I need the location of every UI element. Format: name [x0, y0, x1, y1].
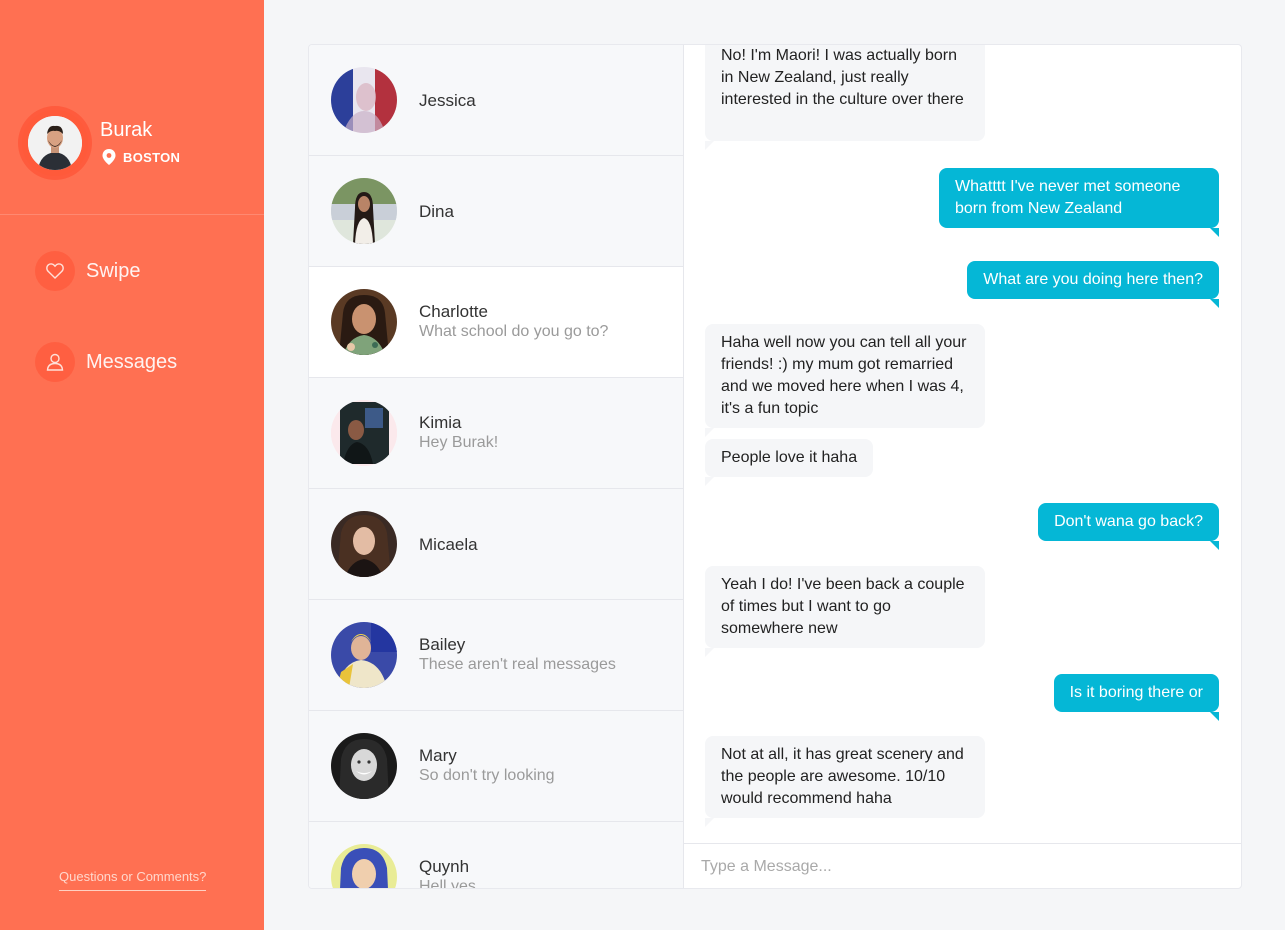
user-avatar[interactable] [22, 110, 88, 176]
contact-name: Micaela [419, 535, 478, 554]
contact-avatar [331, 622, 397, 688]
message-preview: Hell yes [419, 878, 476, 888]
contact-name: Bailey [419, 635, 466, 654]
message-preview: These aren't real messages [419, 656, 616, 673]
contact-avatar [331, 511, 397, 577]
conversation-list[interactable]: Jessica Dina Charlotte What school do yo… [309, 45, 684, 888]
nav-messages-label: Messages [86, 350, 178, 373]
conversation-item[interactable]: Micaela [309, 489, 683, 600]
nav-swipe[interactable]: Swipe [35, 251, 140, 291]
nav-swipe-label: Swipe [86, 259, 141, 282]
conversation-item[interactable]: Quynh Hell yes [309, 822, 683, 888]
message-bubble-outgoing: Whatttt I've never met someone born from… [939, 168, 1219, 237]
contact-name: Jessica [419, 91, 476, 110]
heart-icon [35, 251, 75, 291]
conversation-item-active[interactable]: Charlotte What school do you go to? [309, 267, 683, 378]
sidebar: Burak BOSTON Swipe Messages Questions or… [0, 0, 264, 930]
message-composer [683, 843, 1241, 888]
message-preview: What school do you go to? [419, 323, 609, 340]
user-profile: Burak BOSTON [0, 0, 264, 215]
contact-name: Quynh [419, 857, 470, 876]
chat-area: No! I'm Maori! I was actually born in Ne… [683, 45, 1241, 888]
message-bubble-incoming: Haha well now you can tell all your frie… [705, 324, 985, 437]
message-bubble-incoming: Yeah I do! I've been back a couple of ti… [705, 566, 985, 657]
nav-messages[interactable]: Messages [35, 342, 177, 382]
contact-name: Mary [419, 746, 457, 765]
message-bubble-incoming: No! I'm Maori! I was actually born in Ne… [705, 45, 985, 150]
avatar-image [28, 116, 82, 170]
conversation-item[interactable]: Bailey These aren't real messages [309, 600, 683, 711]
conversation-item[interactable]: Jessica [309, 45, 683, 156]
contact-avatar [331, 844, 397, 888]
location-pin-icon [102, 149, 116, 165]
message-bubble-outgoing: Don't wana go back? [1038, 503, 1219, 550]
messages-panel: Jessica Dina Charlotte What school do yo… [308, 44, 1242, 889]
user-name: Burak [100, 119, 153, 141]
message-input[interactable] [699, 854, 1223, 880]
contact-avatar [331, 733, 397, 799]
contact-name: Kimia [419, 413, 462, 432]
message-thread[interactable]: No! I'm Maori! I was actually born in Ne… [683, 45, 1241, 843]
contact-name: Dina [419, 202, 454, 221]
message-preview: So don't try looking [419, 767, 555, 784]
conversation-item[interactable]: Mary So don't try looking [309, 711, 683, 822]
conversation-item[interactable]: Kimia Hey Burak! [309, 378, 683, 489]
contact-avatar [331, 178, 397, 244]
message-preview: Hey Burak! [419, 434, 499, 451]
contact-avatar [331, 400, 397, 466]
feedback-link[interactable]: Questions or Comments? [59, 869, 207, 891]
message-bubble-incoming: Not at all, it has great scenery and the… [705, 736, 985, 827]
contact-name: Charlotte [419, 302, 488, 321]
message-bubble-incoming: People love it haha [705, 439, 874, 486]
message-bubble-outgoing: What are you doing here then? [967, 261, 1219, 308]
contact-avatar [331, 67, 397, 133]
contact-avatar [331, 289, 397, 355]
conversation-item[interactable]: Dina [309, 156, 683, 267]
user-icon [35, 342, 75, 382]
user-location: BOSTON [102, 149, 180, 165]
user-location-text: BOSTON [123, 149, 181, 165]
message-bubble-outgoing: Is it boring there or [1053, 674, 1220, 721]
